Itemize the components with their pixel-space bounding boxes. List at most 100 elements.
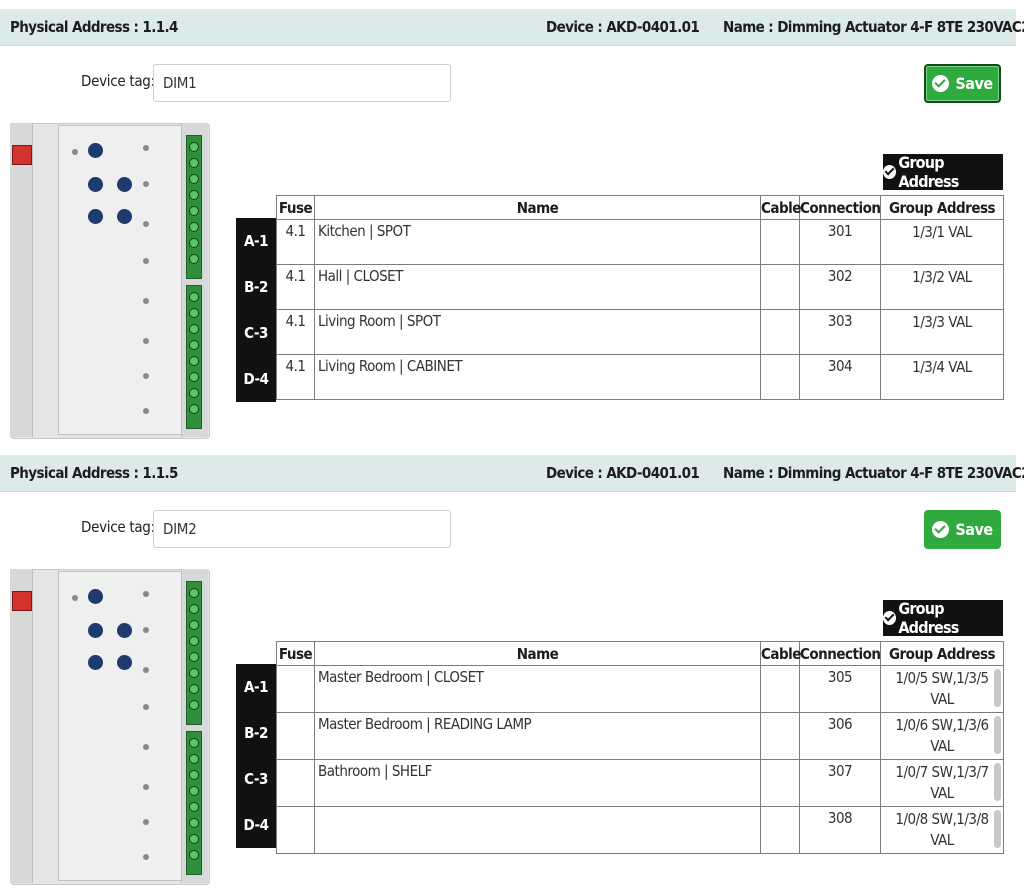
column-header-name: Name (314, 641, 761, 666)
column-header-cable: Cable (760, 641, 801, 666)
fuse-cell[interactable]: 4.1 (276, 354, 315, 400)
channel-label: A-1 (236, 664, 276, 710)
cell-scrollbar[interactable] (994, 763, 1001, 801)
check-circle-icon (932, 521, 950, 538)
device-section-1: Physical Address : 1.1.4 Device : AKD-04… (0, 0, 1024, 446)
channel-label: D-4 (236, 802, 276, 848)
group-address-button-label: Group Address (898, 153, 959, 191)
column-header-fuse: Fuse (276, 195, 315, 220)
fuse-cell[interactable]: 4.1 (276, 309, 315, 355)
column-header-group-address: Group Address (880, 641, 1004, 666)
device-name: Name : Dimming Actuator 4-F 8TE 230VAC25… (723, 464, 1024, 482)
fuse-cell[interactable] (276, 665, 315, 713)
cable-cell[interactable] (760, 309, 800, 355)
name-cell[interactable]: Living Room | SPOT (314, 309, 761, 355)
connection-cell[interactable]: 302 (799, 264, 881, 310)
connection-cell[interactable]: 303 (799, 309, 881, 355)
cable-cell[interactable] (760, 354, 800, 400)
name-cell[interactable]: Kitchen | SPOT (314, 219, 761, 265)
channel-label: B-2 (236, 710, 276, 756)
cable-cell[interactable] (760, 665, 800, 713)
table-row: Master Bedroom | CLOSET 305 1/0/5 SW,1/3… (276, 665, 1004, 713)
cell-scrollbar[interactable] (994, 716, 1001, 754)
group-address-button-label: Group Address (898, 599, 959, 637)
channel-label: D-4 (236, 356, 276, 402)
cell-scrollbar[interactable] (994, 810, 1001, 848)
check-circle-icon (932, 75, 950, 92)
table-row: 4.1 Living Room | SPOT 303 1/3/3 VAL (276, 309, 1004, 355)
device-name: Name : Dimming Actuator 4-F 8TE 230VAC25… (723, 18, 1024, 36)
connection-cell[interactable]: 308 (799, 806, 881, 854)
table-header-row: Fuse Name Cable Connection Group Address (276, 641, 1004, 666)
device-header: Physical Address : 1.1.4 Device : AKD-04… (0, 9, 1024, 46)
fuse-cell[interactable]: 4.1 (276, 264, 315, 310)
save-label: Save (955, 520, 993, 539)
channels-table: Fuse Name Cable Connection Group Address… (276, 641, 1004, 854)
channel-label: C-3 (236, 756, 276, 802)
name-cell[interactable]: Bathroom | SHELF (314, 759, 761, 807)
device-tag-input[interactable] (153, 510, 451, 548)
check-circle-icon (883, 611, 897, 625)
device-header: Physical Address : 1.1.5 Device : AKD-04… (0, 455, 1024, 492)
group-address-cell[interactable]: 1/0/5 SW,1/3/5 VAL (880, 665, 1004, 713)
group-address-text: 1/0/6 SW,1/3/6 VAL (895, 716, 989, 755)
name-cell[interactable]: Master Bedroom | CLOSET (314, 665, 761, 713)
group-address-cell[interactable]: 1/3/3 VAL (880, 309, 1004, 355)
connection-cell[interactable]: 307 (799, 759, 881, 807)
connection-cell[interactable]: 305 (799, 665, 881, 713)
group-address-cell[interactable]: 1/3/4 VAL (880, 354, 1004, 400)
column-header-connection: Connection (799, 195, 881, 220)
table-header-row: Fuse Name Cable Connection Group Address (276, 195, 1004, 220)
group-address-cell[interactable]: 1/0/8 SW,1/3/8 VAL (880, 806, 1004, 854)
column-header-name: Name (314, 195, 761, 220)
table-row: 4.1 Kitchen | SPOT 301 1/3/1 VAL (276, 219, 1004, 265)
table-row: 4.1 Living Room | CABINET 304 1/3/4 VAL (276, 354, 1004, 400)
fuse-cell[interactable] (276, 806, 315, 854)
cable-cell[interactable] (760, 712, 800, 760)
cable-cell[interactable] (760, 806, 800, 854)
table-row: Master Bedroom | READING LAMP 306 1/0/6 … (276, 712, 1004, 760)
column-header-connection: Connection (799, 641, 881, 666)
device-tag-label: Device tag: (81, 518, 155, 536)
table-row: 308 1/0/8 SW,1/3/8 VAL (276, 806, 1004, 854)
group-address-button[interactable]: Group Address (883, 153, 1003, 191)
group-address-text: 1/0/5 SW,1/3/5 VAL (895, 669, 989, 708)
table-row: 4.1 Hall | CLOSET 302 1/3/2 VAL (276, 264, 1004, 310)
fuse-cell[interactable]: 4.1 (276, 219, 315, 265)
group-address-button[interactable]: Group Address (883, 599, 1003, 637)
channel-label: B-2 (236, 264, 276, 310)
fuse-cell[interactable] (276, 712, 315, 760)
device-image (10, 569, 210, 885)
physical-address: Physical Address : 1.1.4 (10, 18, 178, 36)
name-cell[interactable]: Hall | CLOSET (314, 264, 761, 310)
save-button[interactable]: Save (924, 510, 1001, 549)
fuse-cell[interactable] (276, 759, 315, 807)
cell-scrollbar[interactable] (994, 669, 1001, 707)
connection-cell[interactable]: 306 (799, 712, 881, 760)
connection-cell[interactable]: 301 (799, 219, 881, 265)
table-row: Bathroom | SHELF 307 1/0/7 SW,1/3/7 VAL (276, 759, 1004, 807)
channel-label: C-3 (236, 310, 276, 356)
device-tag-input[interactable] (153, 64, 451, 102)
save-button[interactable]: Save (924, 64, 1001, 103)
cable-cell[interactable] (760, 759, 800, 807)
name-cell[interactable] (314, 806, 761, 854)
group-address-cell[interactable]: 1/0/6 SW,1/3/6 VAL (880, 712, 1004, 760)
cable-cell[interactable] (760, 219, 800, 265)
device-tag-label: Device tag: (81, 72, 155, 90)
group-address-cell[interactable]: 1/0/7 SW,1/3/7 VAL (880, 759, 1004, 807)
channels-table: Fuse Name Cable Connection Group Address… (276, 195, 1004, 400)
connection-cell[interactable]: 304 (799, 354, 881, 400)
column-header-fuse: Fuse (276, 641, 315, 666)
column-header-cable: Cable (760, 195, 801, 220)
name-cell[interactable]: Living Room | CABINET (314, 354, 761, 400)
cable-cell[interactable] (760, 264, 800, 310)
group-address-text: 1/0/8 SW,1/3/8 VAL (895, 810, 989, 849)
group-address-text: 1/0/7 SW,1/3/7 VAL (895, 763, 989, 802)
device-model: Device : AKD-0401.01 (546, 464, 700, 482)
group-address-cell[interactable]: 1/3/1 VAL (880, 219, 1004, 265)
device-image (10, 123, 210, 439)
name-cell[interactable]: Master Bedroom | READING LAMP (314, 712, 761, 760)
group-address-cell[interactable]: 1/3/2 VAL (880, 264, 1004, 310)
physical-address: Physical Address : 1.1.5 (10, 464, 178, 482)
